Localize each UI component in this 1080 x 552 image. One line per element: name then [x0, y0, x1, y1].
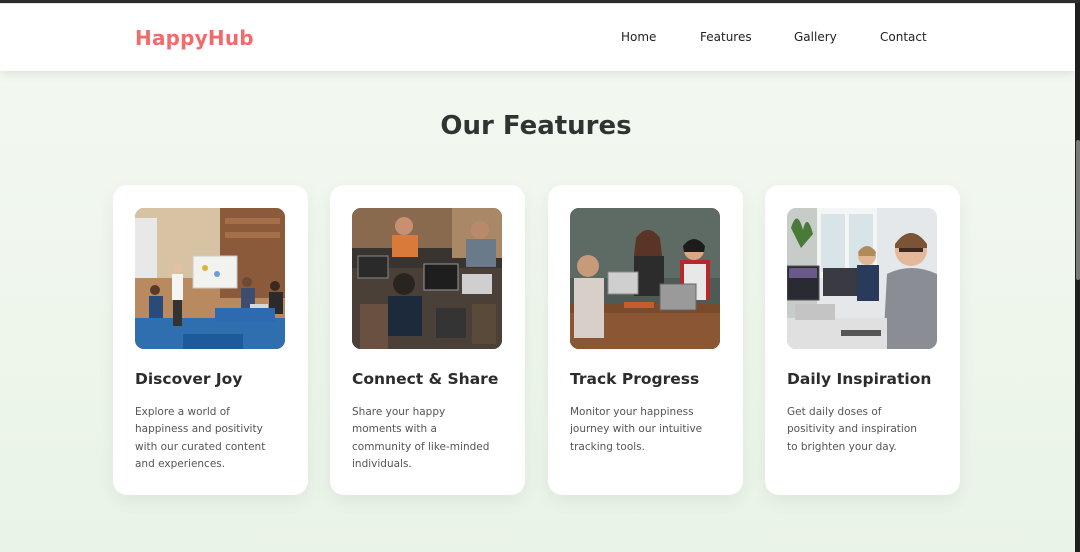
team-presentation-photo — [135, 208, 285, 349]
card-description: Explore a world of happiness and positiv… — [135, 406, 266, 470]
office-desk-photo — [787, 208, 937, 349]
card-title: Discover Joy — [135, 370, 243, 388]
card-title: Track Progress — [570, 370, 700, 388]
page: HappyHub Home Features Gallery Contact O… — [0, 3, 1075, 552]
card-description: Get daily doses of positivity and inspir… — [787, 406, 917, 453]
coworking-laptops-photo — [352, 208, 502, 349]
card-title: Daily Inspiration — [787, 370, 932, 388]
scrollbar-thumb[interactable] — [1076, 140, 1080, 280]
top-navbar: HappyHub Home Features Gallery Contact — [0, 3, 1075, 71]
card-title: Connect & Share — [352, 370, 499, 388]
nav-link-contact[interactable]: Contact — [880, 30, 927, 44]
nav-link-features[interactable]: Features — [700, 30, 752, 44]
nav-link-gallery[interactable]: Gallery — [794, 30, 837, 44]
nav-link-home[interactable]: Home — [621, 30, 656, 44]
friends-laughing-photo — [570, 208, 720, 349]
feature-card-discover-joy[interactable]: Discover Joy Explore a world of happines… — [113, 185, 308, 495]
card-description: Monitor your happiness journey with our … — [570, 406, 703, 453]
vertical-scrollbar[interactable] — [1075, 3, 1080, 552]
feature-card-connect-share[interactable]: Connect & Share Share your happy moments… — [330, 185, 525, 495]
feature-card-daily-inspiration[interactable]: Daily Inspiration Get daily doses of pos… — [765, 185, 960, 495]
brand-logo[interactable]: HappyHub — [135, 26, 254, 50]
card-description: Share your happy moments with a communit… — [352, 406, 490, 470]
section-title: Our Features — [440, 111, 632, 141]
feature-card-track-progress[interactable]: Track Progress Monitor your happiness jo… — [548, 185, 743, 495]
